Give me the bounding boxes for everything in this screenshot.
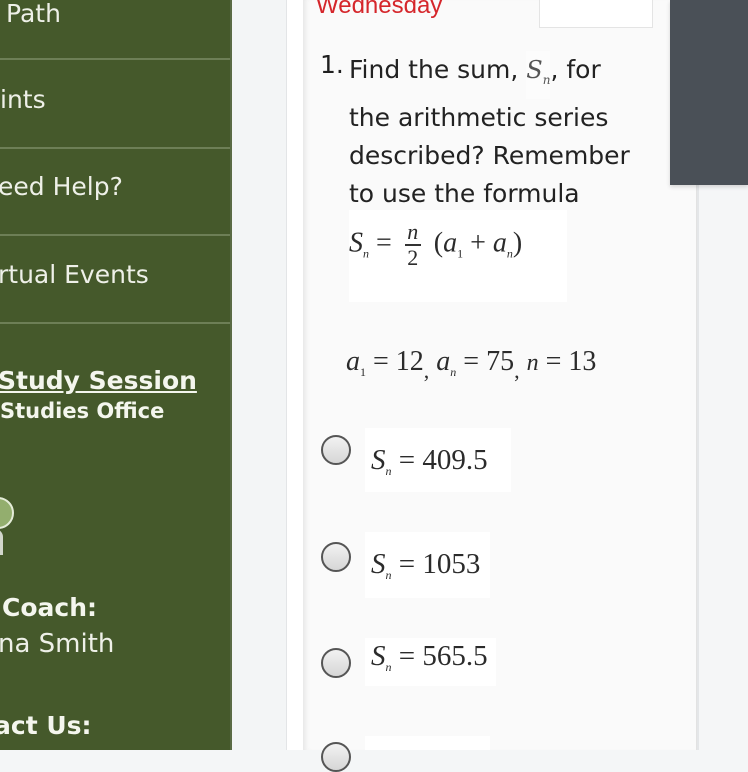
avatar-body-icon	[0, 529, 3, 555]
choice-radio[interactable]	[321, 435, 351, 465]
contact-us-label: act Us:	[0, 711, 92, 740]
study-session-link[interactable]: Study Session	[0, 366, 197, 395]
choice-option[interactable]: Sn = 565.5	[365, 638, 496, 686]
choice-radio[interactable]	[321, 648, 351, 678]
question-line: described? Remember	[349, 141, 630, 170]
choice-option[interactable]: Sn = 1053	[365, 532, 490, 598]
sum-formula: Sn = n 2 (a1 + an)	[349, 219, 523, 270]
choice-option[interactable]: Sn = 409.5	[365, 428, 511, 492]
study-session-subtitle: Studies Office	[0, 399, 165, 423]
choice-radio[interactable]	[321, 742, 351, 772]
sidebar-item-label: ints	[0, 85, 46, 114]
sidebar-item-label: rtual Events	[0, 260, 149, 289]
question-line: Find the sum,	[349, 55, 519, 84]
day-label: Wednesday	[316, 0, 443, 19]
sidebar-item-need-help[interactable]: eed Help?	[0, 149, 230, 236]
choice-option[interactable]	[365, 736, 490, 750]
question-number: 1.	[320, 50, 344, 79]
choice-radio[interactable]	[321, 542, 351, 572]
sidebar-item-label: Path	[6, 0, 61, 28]
sum-symbol: Sn	[526, 51, 551, 99]
sidebar-item-points[interactable]: ints	[0, 62, 230, 149]
side-panel	[670, 0, 748, 185]
coach-label: Coach:	[2, 593, 98, 622]
sidebar-item-path[interactable]: Path	[0, 0, 230, 60]
content-gutter	[230, 0, 286, 750]
gutter-strip	[286, 0, 304, 750]
formula-image: Sn = n 2 (a1 + an)	[349, 210, 567, 302]
sidebar-item-virtual-events[interactable]: rtual Events	[0, 237, 230, 324]
coach-name: na Smith	[0, 629, 115, 659]
top-input-box[interactable]	[539, 0, 653, 28]
question-line: the arithmetic series	[349, 103, 609, 132]
avatar-icon	[0, 497, 14, 529]
question-line: , for	[550, 55, 601, 84]
sidebar: Path ints eed Help? rtual Events Study S…	[0, 0, 230, 750]
sidebar-item-label: eed Help?	[0, 172, 123, 201]
fraction: n 2	[404, 221, 421, 269]
given-values: a1 = 12, an = 75, n = 13	[346, 346, 597, 383]
question-line: to use the formula	[349, 179, 580, 208]
